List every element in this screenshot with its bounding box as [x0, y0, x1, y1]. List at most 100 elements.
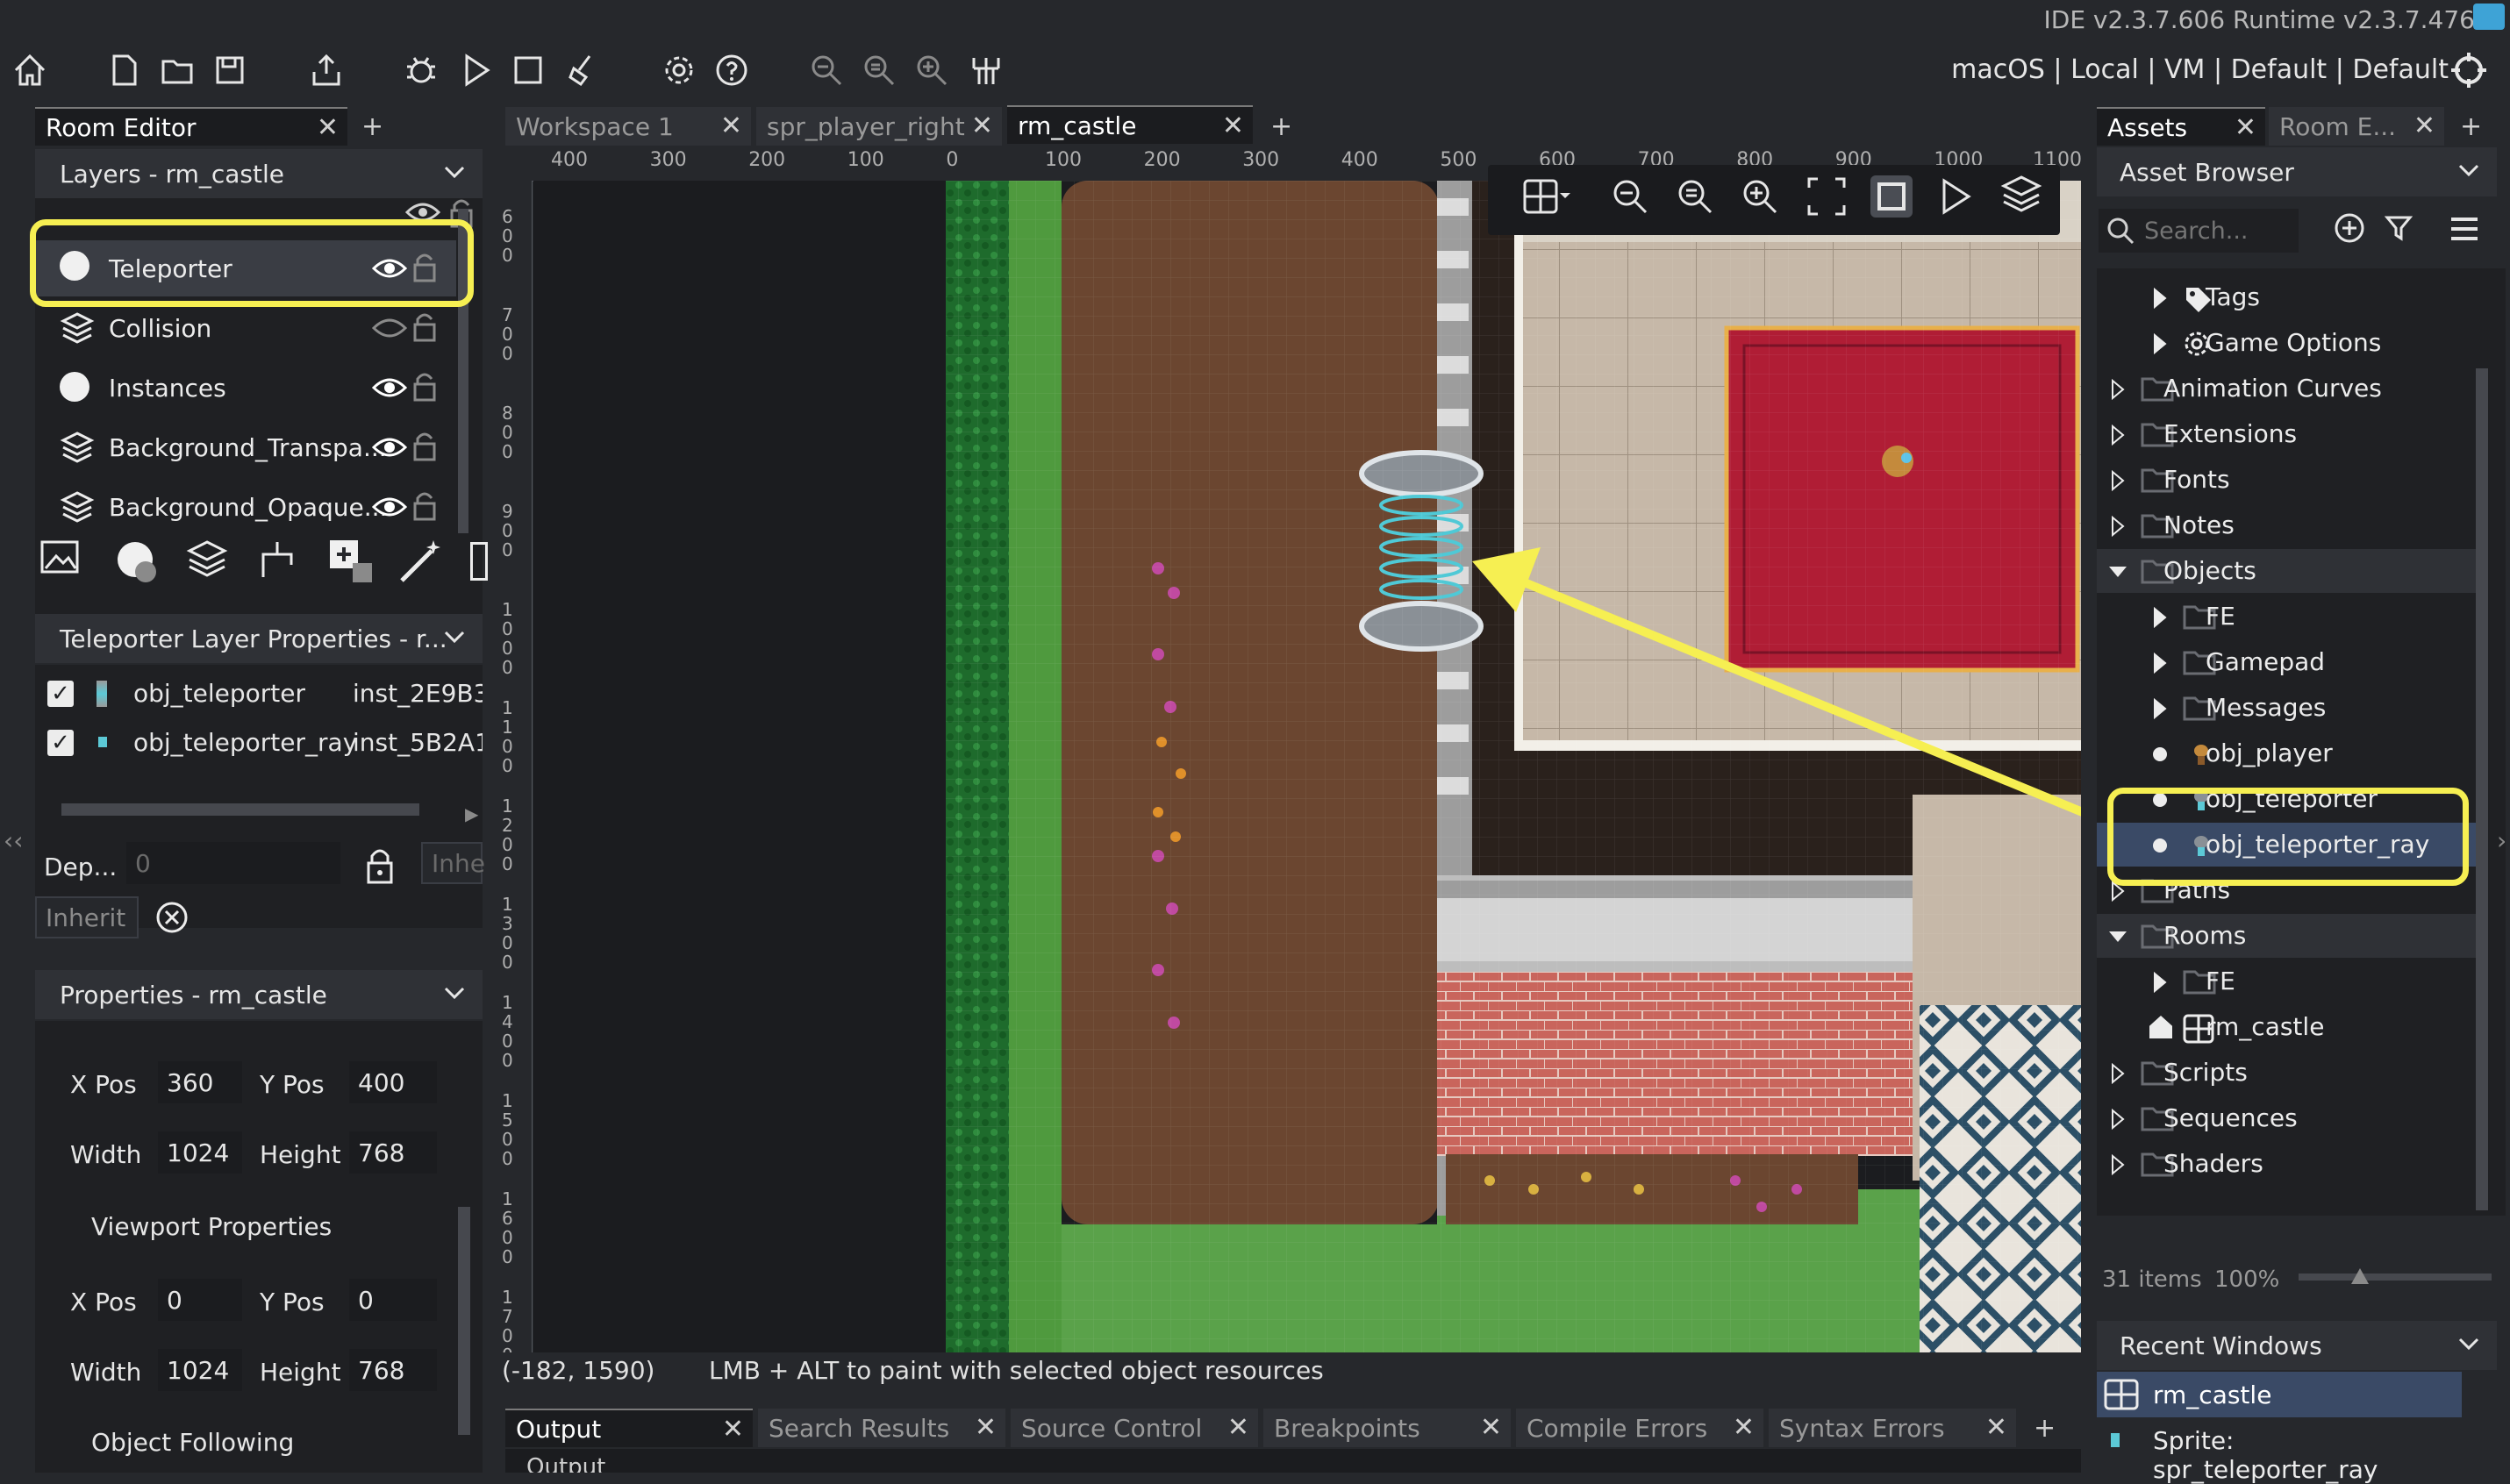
help-icon[interactable]	[711, 49, 753, 91]
room-canvas[interactable]	[533, 181, 2081, 1352]
close-icon[interactable]: ✕	[1985, 1412, 2007, 1443]
instance-row[interactable]: ✓ obj_teleporter_ray inst_5B2A1(	[35, 719, 483, 768]
clear-icon[interactable]	[154, 900, 190, 938]
asset-item-rooms[interactable]: Rooms	[2097, 914, 2479, 958]
layer-background-opaque[interactable]: Background_Opaque...	[35, 479, 456, 535]
chevron-down-icon[interactable]	[2456, 158, 2481, 189]
zoom-out-icon[interactable]	[1609, 175, 1651, 221]
zoom-reset-icon[interactable]	[858, 49, 900, 91]
close-icon[interactable]: ✕	[1222, 111, 1244, 141]
play-icon[interactable]	[1939, 177, 1974, 219]
filter-icon[interactable]	[2384, 214, 2413, 246]
eye-icon[interactable]	[371, 435, 408, 466]
recent-window-item[interactable]: rm_castle	[2097, 1372, 2462, 1417]
asset-item-sequences[interactable]: Sequences	[2097, 1096, 2479, 1140]
debug-icon[interactable]	[400, 49, 442, 91]
tab-syntax-errors[interactable]: Syntax Errors ✕	[1769, 1409, 2016, 1447]
close-icon[interactable]: ✕	[975, 1412, 997, 1443]
add-instance-layer-icon[interactable]	[112, 537, 161, 589]
chevron-down-icon[interactable]	[2456, 1331, 2481, 1362]
inherit-button[interactable]: Inherit	[35, 896, 139, 938]
notification-icon[interactable]	[2473, 4, 2505, 30]
tab-source-control[interactable]: Source Control ✕	[1011, 1409, 1258, 1447]
chevron-right-icon[interactable]	[2149, 651, 2170, 680]
home-icon[interactable]	[9, 49, 51, 91]
lock-icon[interactable]	[412, 310, 437, 348]
search-input[interactable]	[2142, 214, 2295, 247]
chevron-right-icon[interactable]	[2107, 1061, 2128, 1090]
add-effect-layer-icon[interactable]	[397, 537, 446, 589]
collapse-right-icon[interactable]: ›	[2497, 826, 2506, 855]
tab-assets[interactable]: Assets ✕	[2097, 107, 2265, 146]
close-icon[interactable]: ✕	[722, 1414, 744, 1445]
viewport-height-input[interactable]: 768	[349, 1349, 437, 1391]
chevron-right-icon[interactable]	[2107, 468, 2128, 497]
add-filter-layer-icon[interactable]	[470, 542, 488, 581]
chevron-down-icon[interactable]	[442, 624, 467, 655]
room-width-input[interactable]: 1024	[158, 1131, 242, 1174]
asset-item-objects[interactable]: Objects	[2097, 549, 2479, 593]
gamepad-icon[interactable]	[965, 49, 1007, 91]
tab-room-editor[interactable]: Room Editor ✕	[35, 107, 347, 146]
zoom-slider[interactable]	[2299, 1268, 2492, 1284]
close-icon[interactable]: ✕	[317, 112, 339, 143]
inherit-depth-button[interactable]: Inhe	[421, 842, 485, 884]
chevron-right-icon[interactable]	[2149, 605, 2170, 634]
lock-icon[interactable]	[412, 370, 437, 408]
chevron-down-icon[interactable]	[2107, 560, 2128, 589]
collapse-left-icon[interactable]: ‹‹	[4, 826, 23, 855]
chevron-right-icon[interactable]	[2107, 514, 2128, 543]
add-background-layer-icon[interactable]	[39, 537, 81, 582]
save-icon[interactable]	[209, 49, 251, 91]
close-icon[interactable]: ✕	[1733, 1412, 1755, 1443]
add-path-layer-icon[interactable]	[256, 539, 298, 584]
stop-icon[interactable]	[507, 49, 549, 91]
lock-icon[interactable]	[412, 430, 437, 467]
chevron-right-icon[interactable]: ▶	[465, 803, 478, 824]
layer-properties-header[interactable]: Teleporter Layer Properties - r...	[35, 614, 483, 663]
tab-sprite[interactable]: spr_player_right ✕	[756, 107, 1002, 146]
asset-item-fe[interactable]: FE	[2097, 595, 2479, 639]
asset-item-scripts[interactable]: Scripts	[2097, 1051, 2479, 1095]
asset-browser-header[interactable]: Asset Browser	[2097, 147, 2497, 196]
add-tab-button[interactable]: +	[2449, 107, 2492, 146]
menu-icon[interactable]	[2449, 216, 2479, 246]
asset-item-messages[interactable]: Messages	[2097, 686, 2479, 730]
close-icon[interactable]: ✕	[1480, 1412, 1502, 1443]
layer-collision[interactable]: Collision	[35, 300, 456, 356]
close-icon[interactable]: ✕	[1227, 1412, 1249, 1443]
viewport-xpos-input[interactable]: 0	[158, 1279, 242, 1321]
layers-stack-icon[interactable]	[2000, 174, 2042, 223]
add-asset-layer-icon[interactable]	[326, 537, 375, 589]
lock-icon[interactable]	[412, 489, 437, 527]
chevron-down-icon[interactable]	[442, 160, 467, 190]
zoom-in-icon[interactable]	[911, 49, 953, 91]
chevron-right-icon[interactable]	[2149, 696, 2170, 725]
eye-icon[interactable]	[371, 375, 408, 406]
chevron-right-icon[interactable]	[2149, 970, 2170, 999]
eye-icon[interactable]	[371, 495, 408, 525]
play-icon[interactable]	[454, 49, 497, 91]
asset-item-fe[interactable]: FE	[2097, 960, 2479, 1003]
grid-toggle-icon[interactable]	[1521, 177, 1570, 219]
zoom-reset-icon[interactable]	[1674, 175, 1716, 221]
add-tile-layer-icon[interactable]	[186, 539, 228, 584]
checkbox-checked[interactable]: ✓	[47, 681, 74, 707]
asset-tree-scrollbar[interactable]	[2476, 368, 2488, 1210]
add-tab-button[interactable]: +	[2023, 1409, 2065, 1447]
checkbox-checked[interactable]: ✓	[47, 730, 74, 756]
close-icon[interactable]: ✕	[2413, 111, 2435, 141]
chevron-down-icon[interactable]	[442, 981, 467, 1011]
asset-item-rm-castle[interactable]: rm_castle	[2097, 1005, 2479, 1049]
layer-instances[interactable]: Instances	[35, 360, 456, 416]
asset-item-gamepad[interactable]: Gamepad	[2097, 640, 2479, 684]
chevron-right-icon[interactable]	[2149, 332, 2170, 360]
clean-icon[interactable]	[561, 49, 604, 91]
chevron-right-icon[interactable]	[2107, 1152, 2128, 1181]
asset-item-notes[interactable]: Notes	[2097, 503, 2479, 547]
close-icon[interactable]: ✕	[2235, 112, 2256, 143]
asset-item-shaders[interactable]: Shaders	[2097, 1142, 2479, 1186]
lock-icon[interactable]	[365, 845, 395, 888]
instance-list-hscrollbar[interactable]	[61, 803, 419, 816]
room-ypos-input[interactable]: 400	[349, 1061, 437, 1103]
